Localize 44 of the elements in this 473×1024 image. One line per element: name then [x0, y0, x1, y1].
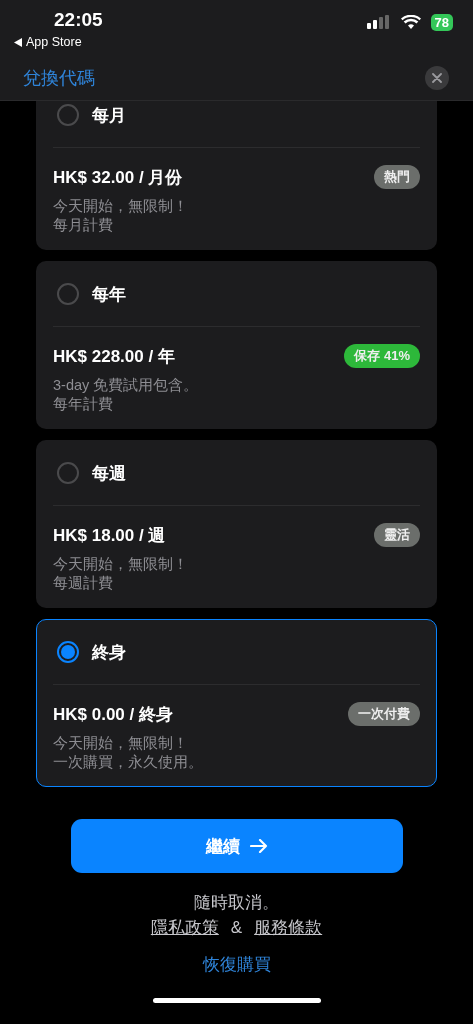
plan-card[interactable]: 每週 HK$ 18.00 / 週 靈活 今天開始，無限制！ 每週計費 — [36, 440, 437, 608]
plan-description: 每年計費 — [53, 395, 114, 414]
signal-icon — [366, 14, 391, 30]
plan-description: 今天開始，無限制！ — [53, 555, 189, 574]
plan-card[interactable]: 每月 HK$ 32.00 / 月份 熱門 今天開始，無限制！ 每月計費 — [36, 101, 437, 250]
restore-purchase-link[interactable]: 恢復購買 — [202, 953, 271, 976]
continue-button[interactable]: 繼續 — [70, 819, 403, 873]
plan-name: 每月 — [92, 104, 126, 127]
plan-tag: 一次付費 — [348, 702, 420, 726]
plan-card[interactable]: 終身 HK$ 0.00 / 終身 一次付費 今天開始，無限制！ 一次購買，永久使用。 — [36, 619, 437, 787]
close-button[interactable] — [425, 65, 449, 90]
plan-description: 一次購買，永久使用。 — [53, 753, 204, 772]
plan-price: HK$ 32.00 / 月份 — [53, 166, 183, 189]
plan-price: HK$ 0.00 / 終身 — [53, 703, 173, 726]
battery-indicator: 78 — [430, 13, 453, 31]
radio-button[interactable] — [57, 462, 79, 484]
plan-description: 每月計費 — [53, 216, 114, 235]
plan-tag: 熱門 — [374, 165, 420, 189]
arrow-right-icon — [249, 839, 268, 853]
plan-description: 今天開始，無限制！ — [53, 734, 189, 753]
close-icon[interactable] — [432, 72, 442, 83]
plan-tag: 靈活 — [374, 523, 420, 547]
terms-link[interactable]: 服務條款 — [254, 916, 323, 939]
plan-description: 3-day 免費試用包含。 — [53, 376, 200, 395]
plan-name: 每週 — [92, 462, 126, 485]
radio-button[interactable] — [57, 641, 79, 663]
plan-name: 每年 — [92, 283, 126, 306]
privacy-policy-link[interactable]: 隱私政策 — [150, 916, 219, 939]
plan-price: HK$ 228.00 / 年 — [53, 345, 175, 368]
plan-price: HK$ 18.00 / 週 — [53, 524, 166, 547]
wifi-icon — [400, 14, 421, 30]
separator-text: & — [230, 917, 243, 938]
back-link[interactable]: App Store — [26, 34, 82, 50]
cancel-note: 隨時取消。 — [194, 892, 279, 914]
back-triangle-icon[interactable] — [14, 37, 22, 47]
plan-tag: 保存 41% — [344, 344, 420, 368]
plan-description: 今天開始，無限制！ — [53, 197, 189, 216]
plan-card[interactable]: 每年 HK$ 228.00 / 年 保存 41% 3-day 免費試用包含。 每年計費 — [36, 261, 437, 429]
clock-time: 22:05 — [54, 8, 103, 32]
plan-description: 每週計費 — [53, 574, 114, 593]
redeem-code-link[interactable]: 兌換代碼 — [23, 65, 95, 90]
radio-button[interactable] — [57, 283, 79, 305]
plan-name: 終身 — [92, 641, 126, 664]
radio-button[interactable] — [57, 104, 79, 126]
